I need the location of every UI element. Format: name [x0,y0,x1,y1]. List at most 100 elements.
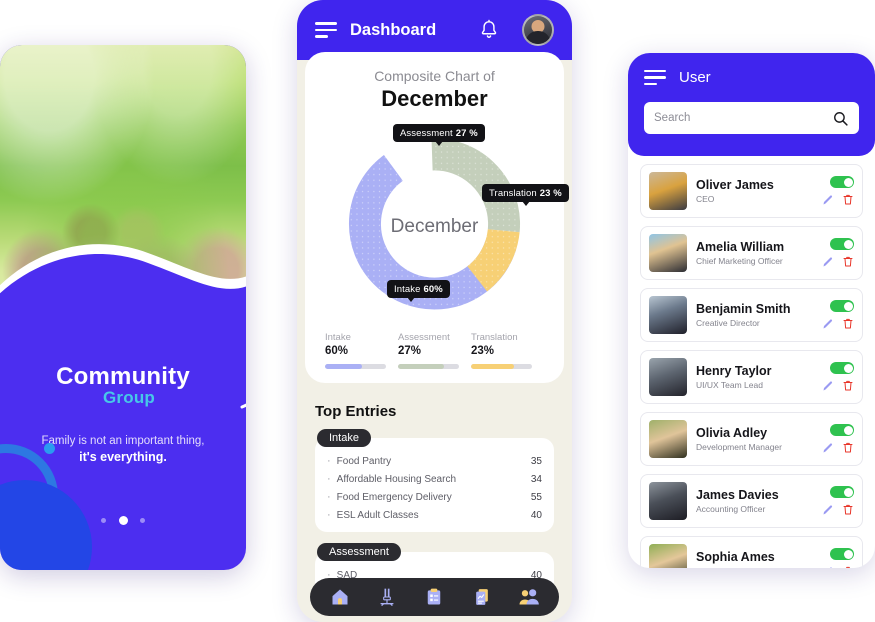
search-icon[interactable] [832,110,849,127]
avatar [649,296,687,334]
search-bar[interactable] [644,102,859,134]
donut-chart: December Assessment 27 % Translation 23 % … [317,120,569,328]
row-icon-group [822,317,854,330]
status-toggle[interactable] [830,176,854,188]
user-role: Development Manager [696,442,782,452]
user-role: CEO [696,194,715,204]
table-row[interactable]: Olivia Adley Development Manager [640,412,863,466]
table-row[interactable]: Benjamin Smith Creative Director [640,288,863,342]
search-input[interactable] [654,112,832,124]
nav-clipboard[interactable] [419,582,449,612]
list-item[interactable]: · Food Pantry 35 [325,452,544,470]
legend-item-assessment: Assessment 27% [398,332,471,369]
user-role: Chief Marketing Officer [696,256,783,266]
user-name: Oliver James [696,178,774,192]
user-panel-topbar: User [644,69,859,86]
legend-item-translation: Translation 23% [471,332,544,369]
trash-icon[interactable] [842,255,854,268]
pencil-icon[interactable] [822,566,834,568]
table-row[interactable]: Sophia Ames Area Manager [640,536,863,568]
users-group-icon [519,589,540,605]
brand-block: Community Group [0,363,246,409]
report-chart-icon [476,589,488,605]
status-toggle[interactable] [830,238,854,250]
user-avatar[interactable] [522,14,554,46]
tagline-line-2: it's everything. [79,450,167,464]
user-panel: User Oliver James CEO [628,53,875,568]
legend-translation-value: 23% [471,345,495,357]
nav-home[interactable] [325,582,355,612]
user-role: Creative Director [696,318,760,328]
brand-swoosh-icon [240,403,246,409]
status-toggle[interactable] [830,300,854,312]
trash-icon[interactable] [842,379,854,392]
tooltip-intake-value: 60% [423,283,443,295]
pagination-dot-1[interactable] [101,518,107,524]
row-icon-group [822,503,854,516]
user-name: Sophia Ames [696,550,775,564]
table-row[interactable]: Henry Taylor UI/UX Team Lead [640,350,863,404]
pagination-dot-2-active[interactable] [118,516,128,526]
legend-assessment-name: Assessment [398,332,450,343]
user-meta: James Davies Accounting Officer [696,488,813,514]
user-name: James Davies [696,488,779,502]
user-role: Accounting Officer [696,504,766,514]
list-item[interactable]: · Food Emergency Delivery 55 [325,488,544,506]
table-row[interactable]: Oliver James CEO [640,164,863,218]
user-role: Area Manager [696,566,813,568]
avatar [649,420,687,458]
pencil-icon[interactable] [822,256,834,268]
row-icon-group [822,193,854,206]
nav-users[interactable] [514,582,544,612]
legend-assessment-value: 27% [398,345,422,357]
hamburger-icon[interactable] [315,22,337,38]
entries-group-chip-assessment: Assessment [317,543,401,561]
user-name: Amelia William [696,240,785,254]
list-item[interactable]: · ESL Adult Classes 40 [325,506,544,524]
list-item[interactable]: · Affordable Housing Search 34 [325,470,544,488]
tooltip-intake-label: Intake [394,283,421,295]
carousel-pagination[interactable] [0,512,246,530]
entry-value: 34 [530,473,542,485]
tooltip-translation-value: 23 % [539,187,562,199]
row-icon-group [822,255,854,268]
user-meta: Amelia William Chief Marketing Officer [696,240,813,266]
trash-icon[interactable] [842,193,854,206]
status-toggle[interactable] [830,424,854,436]
brand-name-primary: Community [56,363,190,390]
user-name: Olivia Adley [696,426,768,440]
legend-assessment-bar [398,364,459,369]
pencil-icon[interactable] [822,194,834,206]
hamburger-icon[interactable] [644,69,666,86]
bullet-icon: · [327,508,331,521]
status-toggle[interactable] [830,548,854,560]
pencil-icon[interactable] [822,442,834,454]
onboarding-card: Community Group Family is not an importa… [0,45,246,570]
pagination-dot-3[interactable] [139,518,145,524]
pencil-icon[interactable] [822,380,834,392]
entries-group-chip-intake: Intake [317,429,371,447]
nav-microscope[interactable] [372,582,402,612]
trash-icon[interactable] [842,503,854,516]
status-toggle[interactable] [830,486,854,498]
user-meta: Benjamin Smith Creative Director [696,302,813,328]
legend-intake-bar [325,364,386,369]
user-panel-header: User [628,53,875,156]
trash-icon[interactable] [842,441,854,454]
status-toggle[interactable] [830,362,854,374]
top-entries-title: Top Entries [315,403,397,420]
table-row[interactable]: James Davies Accounting Officer [640,474,863,528]
nav-report[interactable] [467,582,497,612]
table-row[interactable]: Amelia William Chief Marketing Officer [640,226,863,280]
brand-name-secondary: Group [103,388,155,407]
entry-value: 40 [530,509,542,521]
tagline-line-1: Family is not an important thing, [41,435,205,447]
trash-icon[interactable] [842,317,854,330]
tooltip-translation-label: Translation [489,187,537,199]
bell-icon[interactable] [479,19,499,41]
pencil-icon[interactable] [822,504,834,516]
user-meta: Oliver James CEO [696,178,813,204]
trash-icon[interactable] [842,565,854,568]
pencil-icon[interactable] [822,318,834,330]
